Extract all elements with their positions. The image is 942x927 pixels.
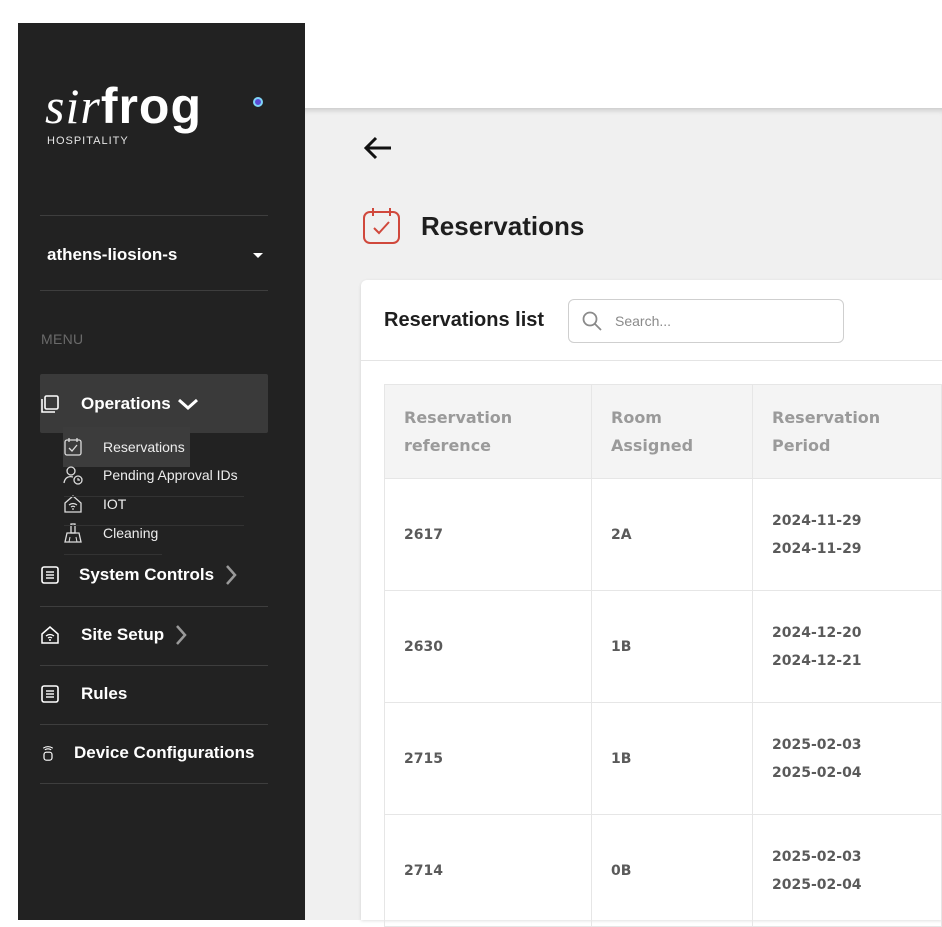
chevron-right-icon [226,565,237,585]
cell-period: 2024-12-20 2024-12-21 [752,590,942,703]
nav-label-site-setup: Site Setup [81,625,165,644]
search-icon [582,311,602,331]
sidebar-item-pending-approval-ids[interactable]: Pending Approval IDs [63,462,238,488]
site-selector[interactable]: athens-liosion-s [47,242,267,268]
cell-reference: 2617 [384,478,592,591]
logo-word-frog: frog [100,78,203,134]
sidebar-item-reservations[interactable]: Reservations [63,434,185,460]
column-header-reference[interactable]: Reservation reference [384,384,592,479]
nav-item-operations[interactable]: Operations [40,374,268,433]
logo-subtitle: HOSPITALITY [47,135,129,147]
cell-room: 2A [591,478,753,591]
cell-room: 1B [591,590,753,703]
caret-down-icon [253,252,263,258]
search-input[interactable] [613,312,817,330]
period-start: 2025-02-03 [772,848,862,865]
home-wifi-icon [41,626,59,644]
header-line: Room [611,407,662,427]
cell-room: 1B [591,702,753,815]
nav-item-site-setup[interactable]: Site Setup [40,624,188,646]
nav-item-rules[interactable]: Rules [40,684,127,704]
divider [64,496,244,497]
header-line: Reservation [404,407,513,427]
reservations-card: Reservations list Reservation reference … [361,280,942,927]
document-icon [41,566,59,584]
logo-dot-icon [253,97,263,107]
calendar-check-icon [64,438,82,456]
chevron-right-icon [176,625,187,645]
nav-label-rules: Rules [81,684,128,703]
cell-room: 0B [591,814,753,927]
logo-word-sir: sir [45,78,101,134]
user-clock-icon [63,466,83,485]
nav-label-device-configurations: Device Configurations [74,743,255,762]
cell-reference: 2630 [384,590,592,703]
table-row[interactable]: 2617 2A 2024-11-29 2024-11-29 [384,478,942,591]
nav-item-device-configurations[interactable]: Device Configurations [40,743,254,763]
divider [64,554,162,555]
brand-logo[interactable]: sirfrog HOSPITALITY [45,78,263,147]
divider [64,525,244,526]
card-header: Reservations list [361,280,942,361]
divider [40,783,268,784]
table-header-row: Reservation reference Room Assigned Rese… [384,384,942,479]
nav-item-system-controls[interactable]: System Controls [40,564,238,586]
divider [40,724,268,725]
divider [40,215,268,216]
sidebar-item-label: Pending Approval IDs [103,467,238,483]
nav-label-system-controls: System Controls [79,565,215,584]
period-end: 2025-02-04 [772,876,862,893]
site-selector-value: athens-liosion-s [47,245,178,264]
cell-reference: 2714 [384,814,592,927]
stack-icon [41,395,59,413]
divider [40,665,268,666]
period-end: 2025-02-04 [772,764,862,781]
period-end: 2024-11-29 [772,540,862,557]
reservations-table: Reservation reference Room Assigned Rese… [384,384,942,927]
table-row[interactable]: 2630 1B 2024-12-20 2024-12-21 [384,590,942,703]
sidebar-item-label: IOT [103,496,127,512]
menu-heading: MENU [41,331,84,347]
header-line: Assigned [611,435,694,455]
sidebar-item-label: Cleaning [103,525,159,541]
period-end: 2024-12-21 [772,652,862,669]
document-icon [41,685,59,703]
calendar-check-icon [363,208,400,244]
header-line: Reservation [772,407,881,427]
divider [40,606,268,607]
cell-reference: 2715 [384,702,592,815]
search-box[interactable] [568,299,844,343]
sidebar-item-iot[interactable]: IOT [63,491,126,517]
period-start: 2025-02-03 [772,736,862,753]
list-title: Reservations list [384,309,545,331]
sidebar-item-label: Reservations [103,439,185,455]
header-line: reference [404,435,492,455]
period-start: 2024-11-29 [772,512,862,529]
cell-period: 2025-02-03 2025-02-04 [752,702,942,815]
chevron-down-icon [177,398,198,411]
table-row[interactable]: 2715 1B 2025-02-03 2025-02-04 [384,702,942,815]
broom-icon [64,523,82,543]
page-title: Reservations [421,210,585,241]
sidebar: sirfrog HOSPITALITY athens-liosion-s MEN… [18,23,305,920]
table-row[interactable]: 2714 0B 2025-02-03 2025-02-04 [384,814,942,927]
divider [40,290,268,291]
cell-period: 2024-11-29 2024-11-29 [752,478,942,591]
period-start: 2024-12-20 [772,624,862,641]
remote-wifi-icon [42,746,54,761]
page-header: Reservations [361,206,584,246]
cell-period: 2025-02-03 2025-02-04 [752,814,942,927]
home-wifi-icon [64,495,82,513]
nav-label-operations: Operations [81,394,171,413]
column-header-room[interactable]: Room Assigned [591,384,753,479]
back-arrow-icon[interactable] [362,134,394,162]
column-header-period[interactable]: Reservation Period [752,384,942,479]
header-line: Period [772,435,831,455]
sidebar-item-cleaning[interactable]: Cleaning [63,520,158,546]
